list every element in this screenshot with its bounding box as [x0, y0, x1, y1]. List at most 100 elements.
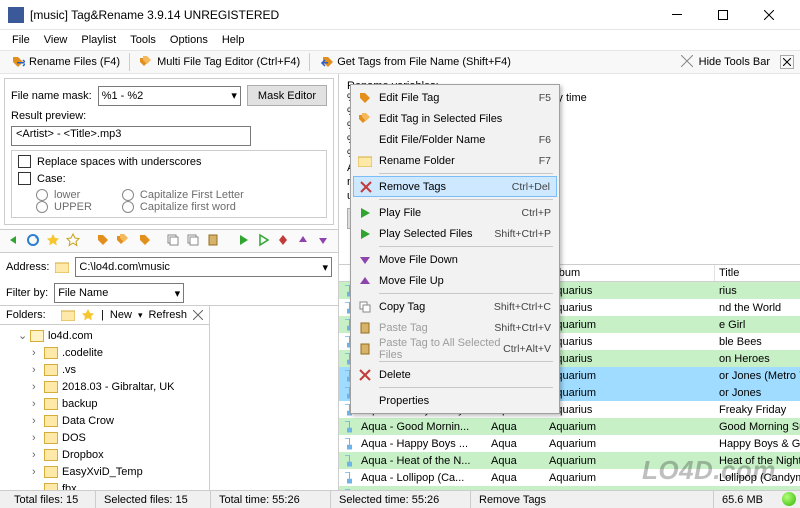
- refresh-button[interactable]: Refresh: [148, 309, 187, 321]
- folder-icon: [44, 432, 58, 444]
- col-album[interactable]: Album: [545, 265, 715, 281]
- maximize-button[interactable]: [700, 0, 746, 30]
- copy2-icon[interactable]: [186, 233, 202, 249]
- menu-item[interactable]: Rename FolderF7: [353, 150, 557, 171]
- rename-files-button[interactable]: Rename Files (F4): [6, 52, 125, 72]
- table-row[interactable]: Aqua - Lollipop (Ca...AquaAquariumLollip…: [339, 469, 800, 486]
- menu-item[interactable]: Copy TagShift+Ctrl+C: [353, 296, 557, 317]
- tree-node[interactable]: ›EasyXviD_Temp: [4, 463, 205, 480]
- tree-node-label: DOS: [62, 432, 86, 444]
- caret-right-icon[interactable]: ›: [32, 398, 42, 410]
- menu-item[interactable]: Edit File/Folder NameF6: [353, 129, 557, 150]
- file-mask-combo[interactable]: %1 - %2 ▾: [98, 86, 241, 106]
- menu-options[interactable]: Options: [164, 32, 214, 48]
- play-icon[interactable]: [236, 233, 252, 249]
- col-title[interactable]: Title: [715, 265, 800, 281]
- hide-tools-button[interactable]: Hide Tools Bar: [699, 56, 770, 68]
- table-row[interactable]: Aqua - Heat of the N...AquaAquariumHeat …: [339, 452, 800, 469]
- tree-node[interactable]: ›2018.03 - Gibraltar, UK: [4, 378, 205, 395]
- cell-title: Lollipop (Candyman): [715, 472, 800, 484]
- add-fav-icon[interactable]: [66, 233, 82, 249]
- cell-album: Aquarius: [545, 404, 715, 416]
- menu-file[interactable]: File: [6, 32, 36, 48]
- cap-first-letter-radio[interactable]: [122, 189, 134, 201]
- new-folder-button[interactable]: New: [110, 309, 132, 321]
- cap-first-word-radio[interactable]: [122, 201, 134, 213]
- replace-spaces-checkbox[interactable]: [18, 155, 31, 168]
- address-combo[interactable]: C:\lo4d.com\music ▾: [75, 257, 332, 277]
- case-checkbox[interactable]: [18, 172, 31, 185]
- tree-node[interactable]: ›Data Crow: [4, 412, 205, 429]
- reload-icon[interactable]: [26, 233, 42, 249]
- copy-icon[interactable]: [166, 233, 182, 249]
- tree-node-label: fbx: [62, 483, 77, 491]
- filter-combo[interactable]: File Name ▾: [54, 283, 184, 303]
- remove-tag-icon[interactable]: [276, 233, 292, 249]
- menu-item[interactable]: Move File Up: [353, 270, 557, 291]
- tree-node[interactable]: › DOS: [4, 429, 205, 446]
- move-down-icon[interactable]: [316, 233, 332, 249]
- caret-right-icon[interactable]: ›: [32, 381, 42, 393]
- record-indicator-icon: [782, 492, 796, 506]
- minimize-button[interactable]: [654, 0, 700, 30]
- menu-item[interactable]: Remove TagsCtrl+Del: [353, 176, 557, 197]
- menu-item[interactable]: Move File Down: [353, 249, 557, 270]
- cell-album: Aquarius: [545, 302, 715, 314]
- table-row[interactable]: Aqua - Good Mornin...AquaAquariumGood Mo…: [339, 418, 800, 435]
- tree-node[interactable]: ›backup: [4, 395, 205, 412]
- get-tag-icon[interactable]: [136, 233, 152, 249]
- upper-radio[interactable]: [36, 201, 48, 213]
- menu-item[interactable]: Play FileCtrl+P: [353, 202, 557, 223]
- menu-item[interactable]: Edit Tag in Selected Files: [353, 108, 557, 129]
- paste-icon[interactable]: [206, 233, 222, 249]
- close-button[interactable]: [746, 0, 792, 30]
- table-row[interactable]: Aqua - Happy Boys ...AquaAquariumHappy B…: [339, 435, 800, 452]
- close-tools-icon[interactable]: [780, 55, 794, 69]
- favorite-icon[interactable]: [46, 233, 62, 249]
- mask-editor-button[interactable]: Mask Editor: [247, 85, 327, 106]
- caret-right-icon[interactable]: ›: [32, 466, 42, 478]
- menu-item[interactable]: Play Selected FilesShift+Ctrl+P: [353, 223, 557, 244]
- lower-radio[interactable]: [36, 189, 48, 201]
- tree-node[interactable]: fbx: [4, 480, 205, 490]
- back-arrow-icon[interactable]: [6, 233, 22, 249]
- caret-right-icon[interactable]: ›: [32, 415, 42, 427]
- tag-icon[interactable]: [96, 233, 112, 249]
- caret-right-icon[interactable]: ›: [32, 449, 42, 461]
- menu-view[interactable]: View: [38, 32, 74, 48]
- tree-node[interactable]: ⌄lo4d.com: [4, 327, 205, 344]
- close-panel-icon[interactable]: [193, 310, 203, 320]
- cell-album: Aquarium: [545, 387, 715, 399]
- get-tags-button[interactable]: Get Tags from File Name (Shift+F4): [314, 52, 516, 72]
- star-icon[interactable]: [81, 308, 95, 322]
- app-icon: [8, 7, 24, 23]
- menu-item[interactable]: Properties: [353, 390, 557, 411]
- folder-tree[interactable]: ⌄lo4d.com›.codelite›.vs›2018.03 - Gibral…: [0, 325, 209, 490]
- tree-node[interactable]: ›Dropbox: [4, 446, 205, 463]
- tree-node[interactable]: ›.vs: [4, 361, 205, 378]
- menu-playlist[interactable]: Playlist: [75, 32, 122, 48]
- folder-icon: [357, 153, 373, 169]
- multi-tag-editor-button[interactable]: Multi File Tag Editor (Ctrl+F4): [134, 52, 305, 72]
- cell-file: Aqua - Happy Boys ...: [357, 438, 487, 450]
- caret-right-icon[interactable]: ›: [32, 347, 42, 359]
- menu-help[interactable]: Help: [216, 32, 251, 48]
- tree-node[interactable]: ›.codelite: [4, 344, 205, 361]
- mini-toolbar: [0, 229, 338, 253]
- status-bar: Total files: 15 Selected files: 15 Total…: [0, 490, 800, 508]
- menu-tools[interactable]: Tools: [124, 32, 162, 48]
- cell-title: Freaky Friday: [715, 404, 800, 416]
- tags-icon[interactable]: [116, 233, 132, 249]
- caret-right-icon[interactable]: ›: [32, 364, 42, 376]
- caret-down-icon[interactable]: ⌄: [18, 329, 28, 342]
- caret-right-icon[interactable]: ›: [32, 432, 42, 444]
- move-up-icon[interactable]: [296, 233, 312, 249]
- menu-item[interactable]: Delete: [353, 364, 557, 385]
- play-sel-icon[interactable]: [256, 233, 272, 249]
- menu-item[interactable]: Edit File TagF5: [353, 87, 557, 108]
- tag-icon: [11, 55, 25, 69]
- chevron-down-icon: ▾: [322, 261, 328, 274]
- folder-open-icon[interactable]: [61, 309, 75, 321]
- chevron-down-icon: ▾: [138, 310, 143, 321]
- menu-item-hotkey: Ctrl+P: [522, 207, 551, 219]
